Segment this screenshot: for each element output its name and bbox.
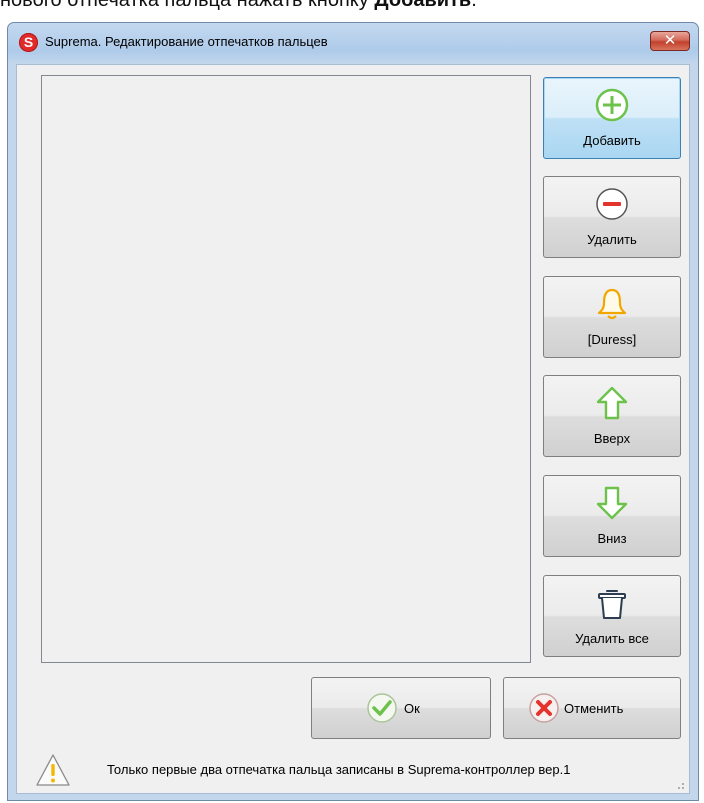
delete-all-button-label: Удалить все: [575, 631, 649, 646]
delete-button-label: Удалить: [587, 232, 637, 247]
move-up-button[interactable]: Вверх: [543, 375, 681, 457]
doc-fragment-bold: Добавить: [374, 0, 472, 11]
status-message: Только первые два отпечатка пальца запис…: [107, 762, 571, 777]
cross-icon: [529, 693, 559, 723]
duress-button-label: [Duress]: [587, 332, 637, 347]
doc-fragment-text: нового отпечатка пальца нажать кнопку: [0, 0, 375, 11]
close-button[interactable]: ✕: [650, 31, 690, 51]
dialog-client-area: Добавить Удалить [Duress] Вверх Вниз Уда…: [16, 64, 690, 794]
doc-fragment-tail: .: [471, 0, 477, 11]
cancel-button[interactable]: Отменить: [503, 677, 681, 739]
document-text-fragment: нового отпечатка пальца нажать кнопку До…: [0, 0, 704, 20]
title-bar[interactable]: S Suprema. Редактирование отпечатков пал…: [8, 23, 698, 63]
window-title: Suprema. Редактирование отпечатков пальц…: [45, 34, 328, 49]
add-button-label: Добавить: [583, 133, 641, 148]
trash-icon: [598, 590, 626, 619]
ok-button-label: Ок: [404, 701, 420, 716]
arrow-down-icon: [596, 486, 628, 520]
delete-all-button[interactable]: Удалить все: [543, 575, 681, 657]
resize-grip-icon[interactable]: [673, 778, 685, 790]
move-down-button[interactable]: Вниз: [543, 475, 681, 557]
add-button[interactable]: Добавить: [543, 77, 681, 159]
checkmark-icon: [367, 693, 397, 723]
fingerprint-list[interactable]: [41, 75, 531, 663]
duress-button[interactable]: [Duress]: [543, 276, 681, 358]
fingerprint-editor-dialog: S Suprema. Редактирование отпечатков пал…: [7, 22, 699, 801]
bell-icon: [597, 288, 627, 320]
cancel-button-label: Отменить: [564, 701, 624, 716]
move-up-button-label: Вверх: [593, 431, 631, 446]
delete-button[interactable]: Удалить: [543, 176, 681, 258]
plus-circle-icon: [595, 88, 629, 122]
warning-icon: [36, 754, 70, 786]
move-down-button-label: Вниз: [597, 531, 627, 546]
suprema-app-icon: S: [19, 33, 38, 52]
ok-button[interactable]: Ок: [311, 677, 491, 739]
minus-circle-icon: [596, 188, 628, 220]
arrow-up-icon: [596, 386, 628, 420]
